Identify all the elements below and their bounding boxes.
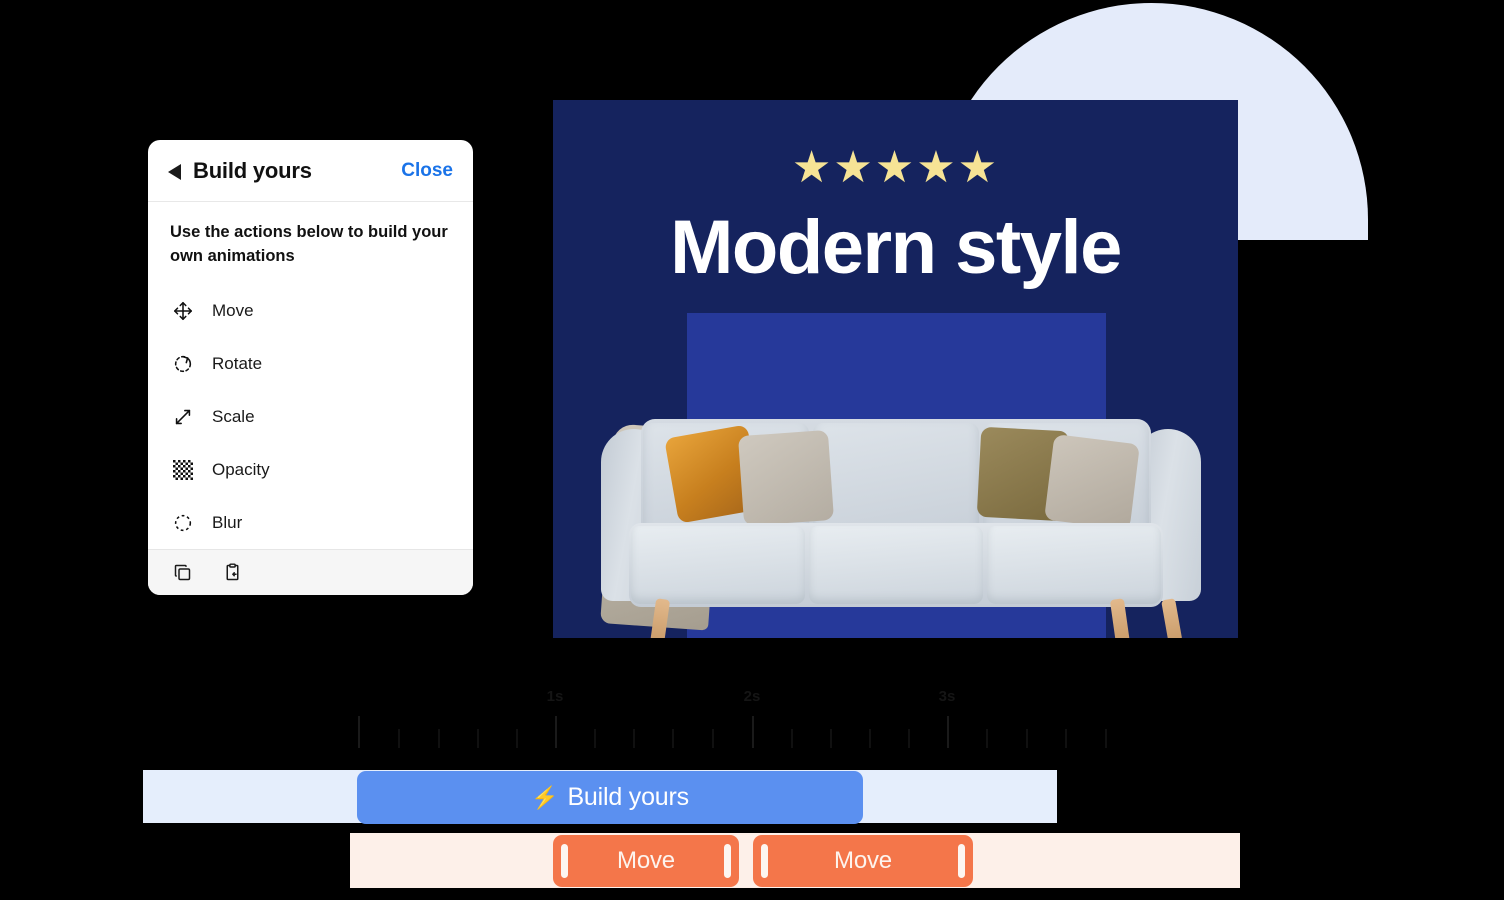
ruler-tick (986, 729, 988, 748)
ruler-label: 2s (743, 688, 761, 705)
sofa-seat-cushion (631, 526, 805, 604)
sofa-product-image (593, 355, 1213, 638)
timeline-clip-move[interactable]: Move (753, 835, 973, 887)
ruler-tick (672, 729, 674, 748)
ruler-tick (908, 729, 910, 748)
lightning-bolt-icon: ⚡ (531, 784, 559, 810)
clip-handle-right[interactable] (958, 844, 965, 878)
action-list: Move Rotate Scale Opacity Blur (148, 274, 473, 549)
ruler-tick (712, 729, 714, 748)
ruler-label: 3s (938, 688, 956, 705)
action-item-move[interactable]: Move (148, 284, 473, 337)
action-item-opacity[interactable]: Opacity (148, 443, 473, 496)
action-label: Rotate (212, 353, 263, 373)
action-label: Blur (212, 512, 243, 532)
panel-header: Build yours Close (148, 140, 473, 203)
ruler-tick (633, 729, 635, 748)
action-item-blur[interactable]: Blur (148, 496, 473, 549)
star-rating: ★★★★★ (791, 143, 1000, 192)
ruler-tick (398, 729, 400, 748)
panel-title: Build yours (193, 157, 312, 183)
timeline-clip-build-yours[interactable]: ⚡ Build yours (357, 771, 863, 824)
scale-diagonal-arrows-icon (170, 404, 196, 430)
banner-canvas[interactable]: ★★★★★ Modern style (553, 100, 1238, 638)
build-yours-panel: Build yours Close Use the actions below … (148, 140, 473, 595)
clip-handle-left[interactable] (761, 844, 768, 878)
panel-footer-toolbar (148, 549, 473, 595)
ruler-tick (1065, 729, 1067, 748)
ruler-tick (869, 729, 871, 748)
checkerboard-opacity-icon (170, 457, 196, 483)
move-arrows-icon (170, 298, 196, 324)
sofa-leg (1161, 598, 1183, 638)
banner-headline: Modern style (670, 205, 1122, 290)
ruler-tick (477, 729, 479, 748)
ruler-tick (358, 716, 360, 748)
sofa-seat (629, 523, 1163, 607)
back-triangle-icon[interactable] (168, 163, 181, 180)
action-item-scale[interactable]: Scale (148, 390, 473, 443)
sofa-seat-cushion (987, 526, 1161, 604)
ruler-tick (752, 716, 754, 748)
ruler-tick (1105, 729, 1107, 748)
timeline-track-build-yours[interactable]: ⚡ Build yours (143, 770, 1057, 824)
clip-label: Build yours (567, 783, 689, 811)
timeline-track-move[interactable]: Move Move (350, 833, 1240, 888)
ruler-tick (594, 729, 596, 748)
timeline-ruler[interactable]: 1s 2s 3s (350, 688, 1120, 758)
ruler-label: 1s (546, 688, 564, 705)
ruler-tick (516, 729, 518, 748)
action-label: Scale (212, 406, 255, 426)
paste-icon[interactable] (220, 561, 244, 585)
ruler-tick (830, 729, 832, 748)
pillow-grey-left (737, 429, 835, 527)
timeline-clip-move[interactable]: Move (553, 835, 739, 887)
ruler-tick (1026, 729, 1028, 748)
action-label: Move (212, 300, 254, 320)
clip-label: Move (834, 847, 892, 874)
copy-icon[interactable] (170, 561, 194, 585)
close-button[interactable]: Close (401, 160, 453, 182)
clip-label: Move (617, 847, 675, 874)
clip-handle-left[interactable] (561, 844, 568, 878)
dashed-circle-blur-icon (170, 510, 196, 536)
rotate-icon (170, 351, 196, 377)
sofa-seat-cushion (809, 526, 983, 604)
ruler-tick (791, 729, 793, 748)
action-item-rotate[interactable]: Rotate (148, 337, 473, 390)
action-label: Opacity (212, 459, 270, 479)
ruler-tick (947, 716, 949, 748)
ruler-tick (438, 729, 440, 748)
panel-description: Use the actions below to build your own … (170, 223, 448, 266)
clip-handle-right[interactable] (724, 844, 731, 878)
ruler-tick (555, 716, 557, 748)
pillow-grey-right (1044, 434, 1140, 530)
